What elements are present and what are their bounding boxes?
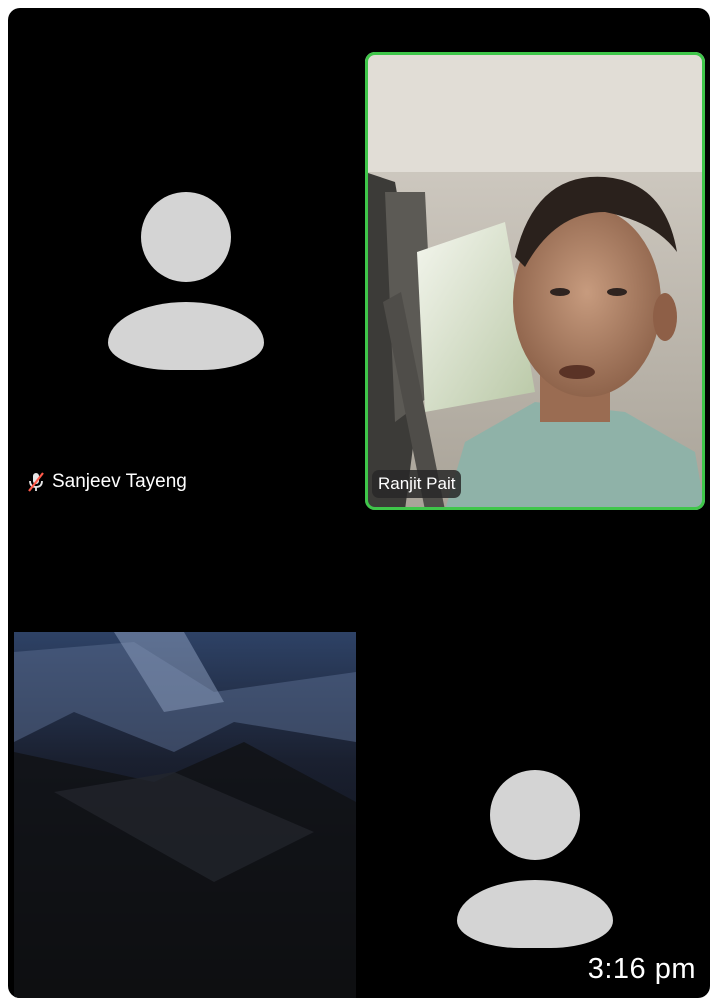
mic-off-icon [28,472,44,492]
participant-video-ranjit [365,52,705,510]
participant-tile-camera[interactable] [14,632,356,998]
participant-tile-sanjeev[interactable]: Sanjeev Tayeng [8,8,360,508]
participant-video-dark [14,632,356,998]
participant-tile-avatar[interactable] [365,628,705,998]
participant-name-sanjeev: Sanjeev Tayeng [26,471,187,493]
default-avatar-icon [108,192,264,370]
participant-tile-ranjit[interactable]: Ranjit Pait [365,52,705,510]
message-timestamp: 3:16 pm [587,953,696,985]
participant-name-ranjit: Ranjit Pait [372,470,462,498]
video-call-grid: Sanjeev Tayeng Ranjit Pait 3:16 pm [8,8,710,998]
default-avatar-icon [457,770,613,948]
